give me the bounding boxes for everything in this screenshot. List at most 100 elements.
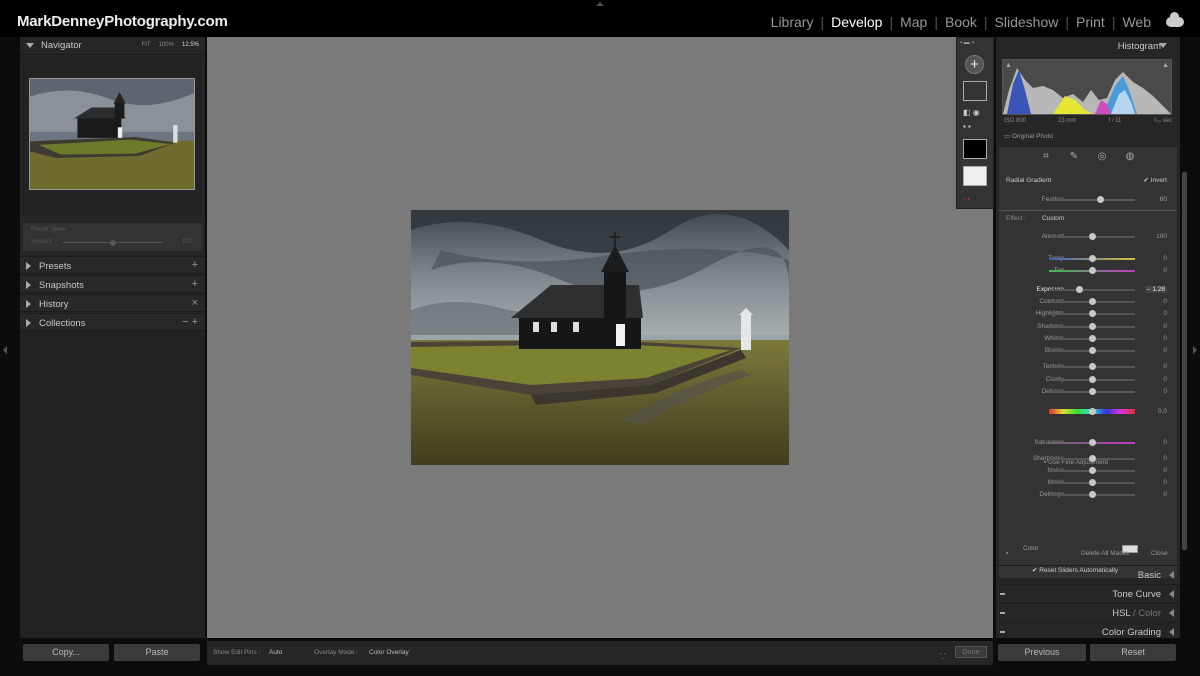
mask-thumbnail-radial[interactable]	[963, 81, 987, 101]
slider-knob[interactable]	[1088, 267, 1096, 274]
panel-hsl[interactable]: HSL / Color	[996, 603, 1180, 621]
noise-slider[interactable]: Noise0	[999, 465, 1177, 477]
mask-overlay-icon[interactable]: ◧ ◉	[963, 108, 980, 117]
delete-all-masks-button[interactable]: Delete All Masks	[1081, 550, 1129, 557]
collapse-right-arrow-icon[interactable]	[1193, 346, 1197, 354]
module-develop[interactable]: Develop	[830, 14, 883, 30]
slider-value[interactable]: 0	[1163, 267, 1167, 274]
module-web[interactable]: Web	[1121, 14, 1152, 30]
panel-snapshots[interactable]: Snapshots +	[20, 275, 205, 293]
navigator-header[interactable]: Navigator FIT 100% 12.5%	[20, 37, 205, 55]
tint-slider[interactable]: Tint0	[999, 265, 1177, 277]
sharpness-slider[interactable]: Sharpness0	[999, 453, 1177, 465]
mask-toggle-icon[interactable]: ▪	[1006, 550, 1008, 557]
panel-collections[interactable]: Collections − +	[20, 313, 205, 331]
histogram[interactable]: ▲ ▲	[1002, 59, 1172, 115]
panel-presets[interactable]: Presets +	[20, 256, 205, 274]
pin-icon[interactable]: ⸪	[939, 651, 946, 662]
blacks-slider[interactable]: Blacks0	[999, 345, 1177, 357]
slider-value[interactable]: 0	[1163, 298, 1167, 305]
add-preset-button[interactable]: +	[192, 259, 198, 271]
slider-value[interactable]: 0	[1163, 439, 1167, 446]
saturation-slider[interactable]: Saturation0	[999, 437, 1177, 449]
mask-panel-controls-icon[interactable]: ▪ ▬ «	[960, 40, 975, 46]
slider-knob[interactable]	[1088, 479, 1096, 486]
feather-slider[interactable]: Feather 60	[999, 194, 1177, 206]
preset-amount-knob[interactable]	[110, 240, 116, 246]
mask-delete-icon[interactable]: ▫ ▪	[963, 196, 970, 203]
slider-value[interactable]: 0	[1163, 388, 1167, 395]
highlight-clip-icon[interactable]: ▲	[1162, 62, 1169, 69]
slider-knob[interactable]	[1088, 298, 1096, 305]
close-masks-button[interactable]: Close	[1151, 550, 1168, 557]
slider-value[interactable]: – 1.28	[1144, 286, 1167, 293]
slider-knob[interactable]	[1088, 408, 1096, 415]
temp-slider[interactable]: Temp0	[999, 253, 1177, 265]
panel-switch-icon[interactable]	[1000, 631, 1005, 633]
module-map[interactable]: Map	[899, 14, 928, 30]
red-eye-icon[interactable]: ◎	[1096, 151, 1108, 167]
moir--slider[interactable]: Moiré0	[999, 477, 1177, 489]
slider-knob[interactable]	[1088, 388, 1096, 395]
hsl-tab[interactable]: HSL	[1112, 608, 1130, 619]
slider-knob[interactable]	[1088, 347, 1096, 354]
shadows-slider[interactable]: Shadows0	[999, 321, 1177, 333]
panel-basic[interactable]: Basic	[996, 565, 1180, 583]
effect-preset-row[interactable]: Effect : Custom	[1006, 215, 1064, 222]
original-photo-toggle[interactable]: ▭ Original Photo	[1004, 132, 1053, 140]
zoom-100[interactable]: 100%	[159, 42, 174, 48]
previous-button[interactable]: Previous	[998, 644, 1086, 661]
invert-checkbox[interactable]: ✔ Invert	[1143, 176, 1167, 184]
highlights-slider[interactable]: Highlights0	[999, 308, 1177, 320]
slider-knob[interactable]	[1088, 376, 1096, 383]
paste-settings-button[interactable]: Paste	[114, 644, 200, 661]
histogram-header[interactable]: Histogram	[996, 37, 1180, 55]
mask-thumbnail-2[interactable]	[963, 139, 987, 159]
slider-knob[interactable]	[1088, 335, 1096, 342]
hue-slider[interactable]: Hue0.0	[999, 406, 1177, 418]
module-book[interactable]: Book	[944, 14, 978, 30]
slider-value[interactable]: 0	[1163, 347, 1167, 354]
module-print[interactable]: Print	[1075, 14, 1106, 30]
slider-value[interactable]: 0	[1163, 310, 1167, 317]
cloud-sync-icon[interactable]	[1166, 12, 1184, 27]
slider-knob[interactable]	[1088, 363, 1096, 370]
exposure-slider[interactable]: Exposure– 1.28	[999, 284, 1177, 296]
slider-value[interactable]: 0.0	[1158, 408, 1167, 415]
done-button[interactable]: Done	[955, 646, 987, 658]
panel-switch-icon[interactable]	[1000, 593, 1005, 595]
slider-value[interactable]: 0	[1163, 479, 1167, 486]
add-mask-button[interactable]: +	[965, 55, 984, 74]
zoom-fit[interactable]: FIT	[142, 42, 151, 48]
church-photo[interactable]	[411, 210, 789, 465]
slider-knob[interactable]	[1088, 491, 1096, 498]
copy-settings-button[interactable]: Copy...	[23, 644, 109, 661]
slider-knob[interactable]	[1097, 196, 1105, 203]
heal-icon[interactable]: ✎	[1068, 151, 1080, 167]
slider-value[interactable]: 0	[1163, 491, 1167, 498]
slider-value[interactable]: 0	[1163, 255, 1167, 262]
right-panel-scrollbar[interactable]	[1182, 172, 1187, 550]
mask-thumbnail-3[interactable]	[963, 166, 987, 186]
slider-value[interactable]: 100	[1156, 233, 1167, 240]
defringe-slider[interactable]: Defringe0	[999, 489, 1177, 501]
clarity-slider[interactable]: Clarity0	[999, 374, 1177, 386]
slider-knob[interactable]	[1088, 323, 1096, 330]
clear-history-button[interactable]: ×	[192, 297, 198, 309]
zoom-12-5[interactable]: 12.5%	[182, 42, 199, 48]
slider-value[interactable]: 0	[1163, 323, 1167, 330]
amount-slider[interactable]: Amount 100	[999, 231, 1177, 243]
panel-tone-curve[interactable]: Tone Curve	[996, 584, 1180, 602]
mask-add-subtract-icon[interactable]: ▪ ▪	[963, 122, 971, 131]
panel-color-grading[interactable]: Color Grading	[996, 622, 1180, 640]
slider-value[interactable]: 0	[1163, 376, 1167, 383]
collections-actions[interactable]: − +	[182, 316, 198, 328]
slider-value[interactable]: 0	[1163, 467, 1167, 474]
masking-icon[interactable]: ◍	[1124, 151, 1136, 167]
slider-value[interactable]: 0	[1163, 455, 1167, 462]
slider-knob[interactable]	[1088, 255, 1096, 262]
crop-icon[interactable]: ⌗	[1040, 151, 1052, 167]
show-edit-pins-select[interactable]: Auto	[269, 649, 282, 656]
collapse-left-arrow-icon[interactable]	[3, 346, 7, 354]
shadow-clip-icon[interactable]: ▲	[1005, 62, 1012, 69]
